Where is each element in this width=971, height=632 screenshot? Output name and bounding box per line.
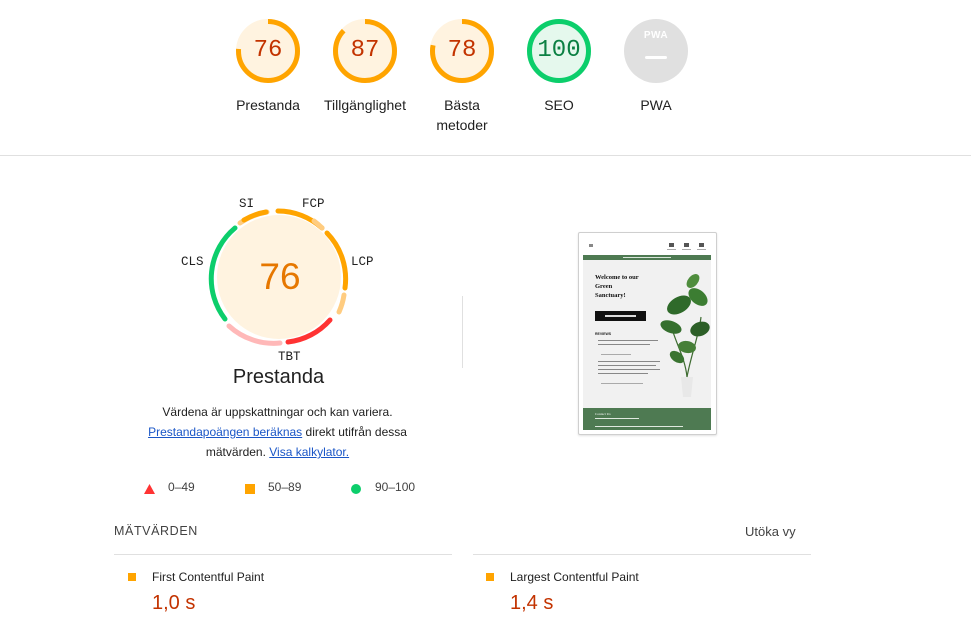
svg-text:Green: Green [595,283,613,290]
square-icon [245,484,255,494]
legend-average: 50–89 [245,480,301,494]
view-calculator-link[interactable]: Visa kalkylator. [269,445,349,459]
svg-text:REVIEWS: REVIEWS [595,332,612,336]
circle-icon [351,484,361,494]
category-pwa[interactable]: PWA PWA [601,18,711,115]
svg-text:Contact Us: Contact Us [595,412,611,416]
performance-score-gauge: 76 SI FCP LCP TBT CLS [172,192,392,392]
metric-value: 1,4 s [510,592,554,614]
svg-text:Sanctuary!: Sanctuary! [595,292,626,299]
legend-range: 0–49 [168,480,195,494]
category-seo[interactable]: 100 SEO [504,18,614,115]
category-label: PWA [640,97,672,113]
performance-gauge: 76 [235,18,301,84]
category-best-practices[interactable]: 78 Bästa metoder [407,18,517,135]
category-label: SEO [544,97,574,113]
score-calculation-link[interactable]: Prestandapoängen beräknas [148,425,302,439]
metrics-heading: MÄTVÄRDEN [114,524,198,538]
category-score: 100 [537,37,581,64]
page-preview-image: Welcome to our Green Sanctuary! REVIEWS [583,237,711,430]
performance-title: Prestanda [232,366,325,388]
svg-text:Welcome to our: Welcome to our [595,274,639,281]
average-square-icon [128,573,136,581]
metric-title: Largest Contentful Paint [510,570,639,584]
seo-gauge: 100 [526,18,592,84]
legend-pass: 90–100 [351,480,415,494]
divider [473,554,811,555]
category-label: Tillgänglighet [324,97,406,113]
metric-label-tbt: TBT [278,350,301,364]
category-score: 78 [447,37,477,64]
category-accessibility[interactable]: 87 Tillgänglighet [310,18,420,115]
divider [114,554,452,555]
average-square-icon [486,573,494,581]
performance-score: 76 [259,256,301,297]
description-line: mätvärden. [205,445,266,459]
description-line: direkt utifrån dessa [305,425,407,439]
legend-fail: 0–49 [144,480,195,494]
metric-title: First Contentful Paint [152,570,265,584]
expand-view-toggle[interactable]: Utöka vy [745,524,796,539]
category-label: Bästa metoder [436,97,488,133]
category-score: 87 [350,37,380,64]
metric-label-fcp: FCP [302,197,325,211]
category-label: Prestanda [236,97,300,113]
accessibility-gauge: 87 [332,18,398,84]
category-performance[interactable]: 76 Prestanda [213,18,323,115]
pwa-badge: PWA [623,18,689,84]
category-score: 76 [253,37,283,64]
final-screenshot[interactable]: Welcome to our Green Sanctuary! REVIEWS [578,232,717,435]
metric-value: 1,0 s [152,592,196,614]
legend-range: 50–89 [268,480,302,494]
best-practices-gauge: 78 [429,18,495,84]
legend-range: 90–100 [375,480,416,494]
metric-label-cls: CLS [181,255,204,269]
description-line: Värdena är uppskattningar och kan varier… [162,405,393,419]
triangle-icon [144,484,155,494]
divider [462,296,463,368]
pwa-icon: PWA [643,30,669,41]
category-scores: 76 Prestanda 87 Tillgänglighet 78 Bästa … [0,0,971,156]
metric-label-si: SI [239,197,255,211]
performance-description: Värdena är uppskattningar och kan varier… [140,402,415,462]
metric-label-lcp: LCP [351,255,374,269]
